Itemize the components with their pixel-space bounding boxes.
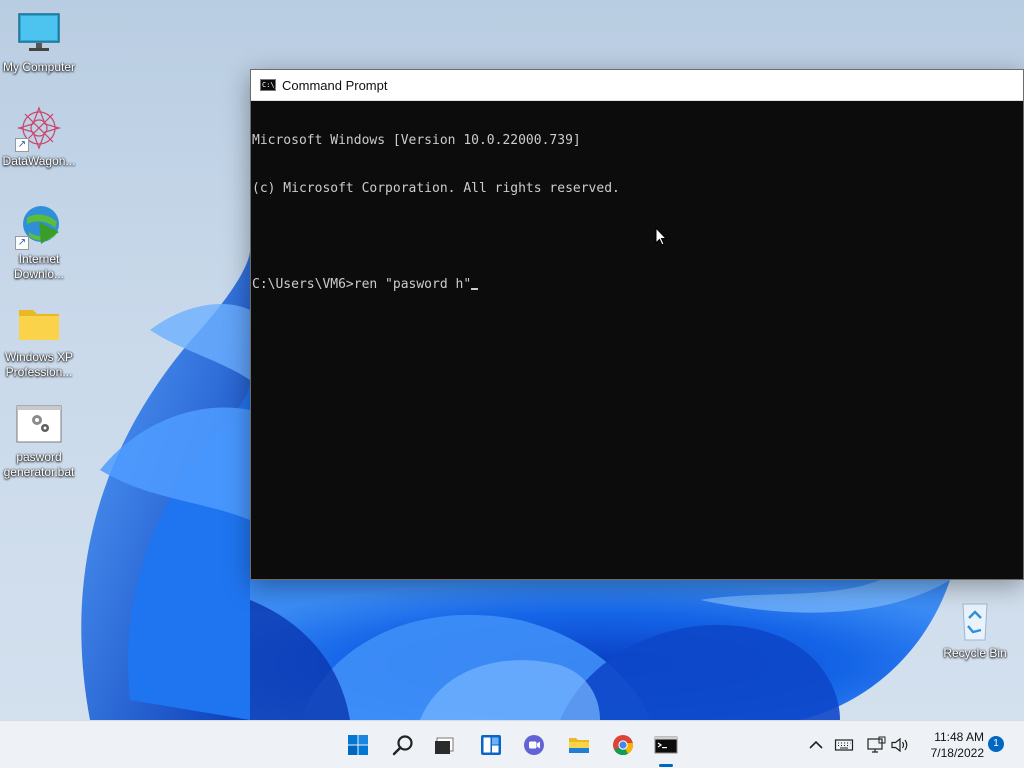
window-titlebar[interactable]: C:\_ Command Prompt (251, 70, 1023, 101)
desktop-icon-my-computer[interactable]: My Computer (0, 10, 78, 75)
clock-time: 11:48 AM (934, 730, 984, 744)
volume-icon (891, 737, 908, 753)
taskbar: 11:48 AM 7/18/2022 (0, 720, 1024, 768)
monitor-icon (15, 10, 63, 58)
shortcut-arrow-icon: ↗ (15, 236, 29, 250)
chat-icon (524, 735, 544, 755)
task-view-icon (435, 737, 454, 754)
taskbar-start-button[interactable] (342, 729, 374, 761)
taskbar-widgets-button[interactable] (475, 729, 507, 761)
taskbar-search-button[interactable] (387, 729, 419, 761)
console-line: Microsoft Windows [Version 10.0.22000.73… (252, 133, 581, 148)
taskbar-file-explorer-button[interactable] (563, 729, 595, 761)
window-title: Command Prompt (282, 77, 388, 93)
batch-file-icon (15, 400, 63, 448)
search-icon (392, 735, 413, 756)
desktop-icon-windows-xp-folder[interactable]: Windows XP Profession... (0, 300, 78, 380)
command-prompt-icon (654, 736, 678, 754)
show-hidden-icons-button[interactable] (806, 735, 826, 755)
network-icon (867, 736, 886, 753)
taskbar-clock[interactable]: 11:48 AM 7/18/2022 (918, 729, 984, 761)
widgets-icon (481, 735, 501, 755)
console-input-line[interactable]: C:\Users\VM6>ren "pasword h" (252, 277, 1023, 293)
desktop-icon-internet-download-manager[interactable]: ↗ Internet Downlo... (0, 202, 78, 282)
chevron-up-icon (809, 740, 823, 749)
taskbar-chat-button[interactable] (518, 729, 550, 761)
desktop-icon-datawagon[interactable]: ↗ DataWagon... (0, 104, 78, 169)
desktop-icon-recycle-bin[interactable]: Recycle Bin (936, 596, 1014, 661)
console-line: (c) Microsoft Corporation. All rights re… (252, 181, 620, 196)
clock-date: 7/18/2022 (930, 746, 984, 760)
recycle-bin-icon (951, 596, 999, 644)
command-prompt-icon: C:\_ (260, 79, 279, 91)
volume-button[interactable] (890, 735, 910, 755)
text-cursor (471, 288, 479, 290)
network-button[interactable] (866, 735, 886, 755)
file-explorer-icon (569, 738, 589, 753)
keyboard-icon (834, 739, 854, 751)
mouse-pointer-icon (655, 227, 667, 246)
input-indicator-button[interactable] (834, 735, 854, 755)
desktop-icon-label: Recycle Bin (943, 646, 1007, 660)
command-prompt-window[interactable]: C:\_ Command Prompt Microsoft Windows [V… (250, 69, 1024, 580)
windows-start-icon (348, 735, 368, 755)
desktop-icon-label: pasword generator.bat (3, 450, 75, 479)
notification-count-badge[interactable]: 1 (988, 736, 1004, 752)
desktop-icon-label: Windows XP Profession... (4, 350, 74, 379)
active-app-indicator (659, 764, 673, 767)
internet-download-manager-icon: ↗ (15, 202, 63, 250)
chrome-icon (613, 735, 634, 756)
taskbar-task-view-button[interactable] (428, 729, 460, 761)
taskbar-chrome-button[interactable] (607, 729, 639, 761)
datawagon-icon: ↗ (15, 104, 63, 152)
console-prompt-text: C:\Users\VM6>ren "pasword h" (252, 277, 472, 292)
desktop-icon-label: DataWagon... (2, 154, 76, 168)
desktop-icon-label: My Computer (2, 60, 76, 74)
folder-icon (15, 300, 63, 348)
desktop-icon-pasword-generator[interactable]: pasword generator.bat (0, 400, 78, 480)
console-output[interactable]: Microsoft Windows [Version 10.0.22000.73… (251, 101, 1023, 325)
taskbar-command-prompt-button[interactable] (650, 729, 682, 761)
desktop-icon-label: Internet Downlo... (13, 252, 65, 281)
shortcut-arrow-icon: ↗ (15, 138, 29, 152)
